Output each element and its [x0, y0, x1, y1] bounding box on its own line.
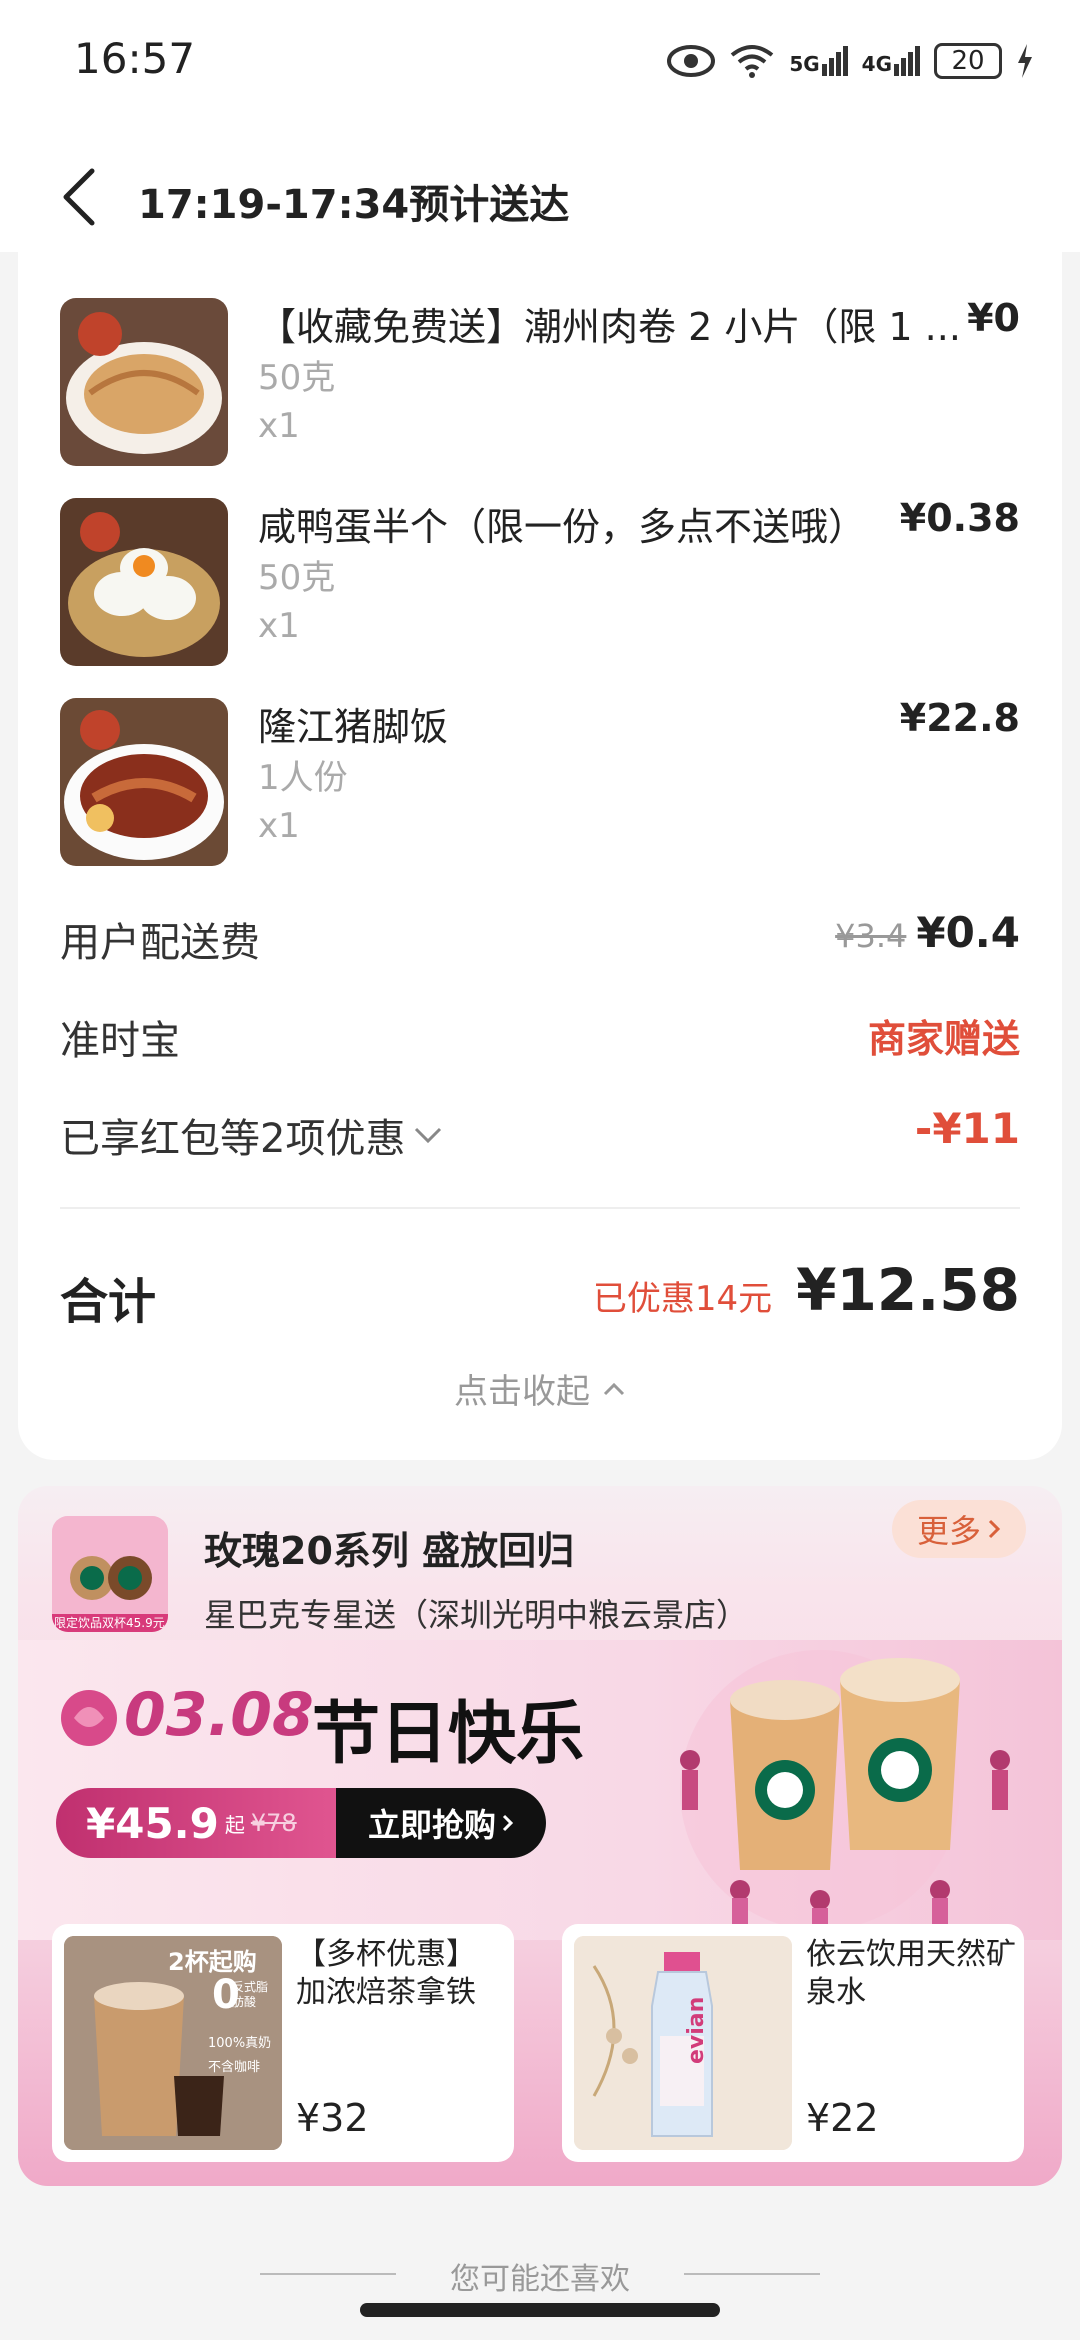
recommend-heading: 您可能还喜欢 — [450, 2262, 630, 2297]
status-time: 16:57 — [74, 34, 196, 83]
total-amount: ¥12.58 — [796, 1256, 1020, 1324]
total-label: 合计 — [60, 1274, 157, 1330]
chevron-down-icon — [415, 1127, 442, 1144]
product-badge-fat: 反式脂肪酸 — [232, 1980, 269, 2009]
item-spec: 50克 — [258, 358, 336, 398]
more-label: 更多 — [916, 1512, 981, 1550]
cta-price-block: ¥45.9 起 ¥78 — [56, 1788, 336, 1858]
cta-price-from: 起 — [224, 1812, 245, 1837]
product-name: 【多杯优惠】加浓焙茶拿铁 — [296, 1937, 476, 2010]
item-image-salted-egg[interactable] — [60, 498, 228, 666]
product-image-evian[interactable]: evian — [574, 1936, 792, 2150]
ontime-label: 准时宝 — [60, 1018, 180, 1064]
product-name: 依云饮用天然矿泉水 — [806, 1937, 1016, 2010]
divider — [60, 1207, 1020, 1209]
total-saved: 已优惠14元 — [592, 1279, 773, 1319]
home-indicator[interactable] — [360, 2303, 720, 2317]
wifi-icon — [731, 45, 774, 78]
collapse-label: 点击收起 — [454, 1372, 590, 1412]
ontime-value: 商家赠送 — [867, 1017, 1020, 1061]
eye-icon — [667, 45, 716, 77]
buy-now-button[interactable]: 立即抢购 — [336, 1788, 546, 1858]
item-name: 咸鸭蛋半个（限一份，多点不送哦） — [258, 505, 867, 549]
discount-value: -¥11 — [914, 1104, 1020, 1153]
coffee-cups-illustration — [680, 1650, 1010, 1938]
battery-icon: 20 — [934, 43, 1002, 79]
signal-4g-icon: 4G — [862, 46, 920, 76]
rose-icon — [61, 1690, 117, 1746]
delivery-fee-label: 用户配送费 — [60, 920, 260, 966]
item-qty: x1 — [258, 806, 300, 846]
more-button[interactable]: 更多 — [892, 1500, 1026, 1558]
item-name: 【收藏免费送】潮州肉卷 2 小片（限 1 ... — [258, 305, 961, 349]
chevron-up-icon — [603, 1382, 625, 1395]
item-spec: 50克 — [258, 558, 336, 598]
item-qty: x1 — [258, 606, 300, 646]
product-badge-caffeine: 不含咖啡 — [208, 2060, 261, 2075]
item-price: ¥22.8 — [899, 696, 1020, 740]
back-arrow-icon[interactable] — [58, 165, 102, 229]
product-badge-milk: 100%真奶 — [208, 2036, 272, 2051]
banner-date: 03.08 — [124, 1680, 314, 1750]
store-logo[interactable]: 限定饮品双杯45.9元 — [52, 1516, 168, 1632]
item-image-meat-roll[interactable] — [60, 298, 228, 466]
cta-price: ¥45.9 — [86, 1798, 219, 1848]
delivery-fee-original: ¥3.4 — [835, 917, 907, 955]
collapse-button[interactable]: 点击收起 — [0, 1364, 1080, 1413]
discount-toggle[interactable]: 已享红包等2项优惠 — [60, 1106, 443, 1164]
store-logo-tag: 限定饮品双杯45.9元 — [54, 1616, 165, 1630]
item-spec: 1人份 — [258, 758, 348, 798]
product-image-tea-latte[interactable]: 2杯起购 0 反式脂肪酸 100%真奶 不含咖啡 — [64, 1936, 282, 2150]
battery-level: 20 — [951, 46, 985, 76]
signal-5g-icon: 5G — [789, 46, 848, 76]
item-image-pork-rice[interactable] — [60, 698, 228, 866]
delivery-fee-values: ¥3.4 ¥0.4 — [835, 908, 1020, 957]
item-name: 隆江猪脚饭 — [258, 705, 449, 749]
discount-label: 已享红包等2项优惠 — [60, 1116, 406, 1162]
status-icons: 5G 4G 20 — [667, 34, 1034, 88]
chevron-right-icon — [502, 1814, 514, 1832]
banner-greeting: 节日快乐 — [312, 1695, 585, 1774]
item-price: ¥0 — [967, 296, 1020, 340]
product-price: ¥22 — [806, 2096, 879, 2140]
price-cta[interactable]: ¥45.9 起 ¥78 立即抢购 — [56, 1788, 546, 1858]
product-price: ¥32 — [296, 2096, 369, 2140]
item-qty: x1 — [258, 406, 300, 446]
delivery-fee-current: ¥0.4 — [916, 908, 1020, 957]
promo-title: 玫瑰20系列 盛放回归 — [204, 1529, 575, 1573]
buy-now-label: 立即抢购 — [367, 1806, 496, 1844]
total-values: 已优惠14元 ¥12.58 — [593, 1256, 1020, 1324]
charging-icon — [1018, 44, 1032, 78]
network-4g-label: 4G — [861, 52, 892, 76]
network-5g-label: 5G — [789, 52, 820, 76]
cta-price-old: ¥78 — [250, 1809, 297, 1837]
divider — [684, 2273, 820, 2275]
store-name[interactable]: 星巴克专星送（深圳光明中粮云景店） — [204, 1590, 748, 1636]
chevron-right-icon — [988, 1519, 1001, 1539]
bottle-label: evian — [684, 1996, 709, 2064]
item-price: ¥0.38 — [899, 496, 1020, 540]
delivery-eta-title: 17:19-17:34预计送达 — [138, 182, 570, 228]
